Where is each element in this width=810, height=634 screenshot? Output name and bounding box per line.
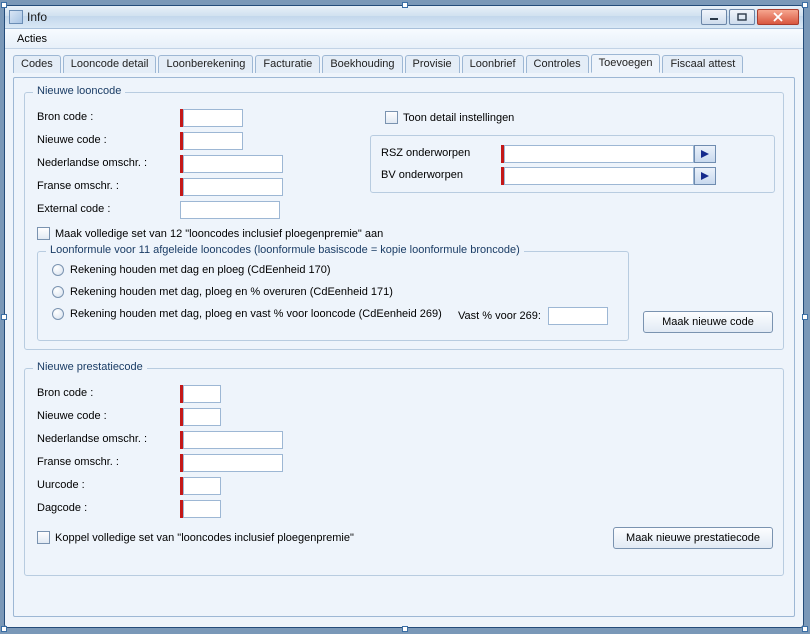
label-dagcode: Dagcode : bbox=[37, 502, 87, 514]
titlebar[interactable]: Info bbox=[5, 6, 803, 29]
close-button[interactable] bbox=[757, 9, 799, 25]
checkbox-box-icon bbox=[37, 227, 50, 240]
input-p-bron-code[interactable] bbox=[183, 385, 221, 403]
button-maak-nieuwe-code-label: Maak nieuwe code bbox=[662, 316, 754, 328]
combo-rsz-button[interactable] bbox=[694, 145, 716, 163]
menubar: Acties bbox=[5, 29, 803, 49]
tab-controles[interactable]: Controles bbox=[526, 55, 589, 73]
input-bron-code[interactable] bbox=[183, 109, 243, 127]
button-maak-nieuwe-prestatiecode-label: Maak nieuwe prestatiecode bbox=[626, 532, 760, 544]
button-maak-nieuwe-code[interactable]: Maak nieuwe code bbox=[643, 311, 773, 333]
radio-dag-ploeg[interactable]: Rekening houden met dag en ploeg (CdEenh… bbox=[52, 264, 331, 276]
combo-bv[interactable] bbox=[504, 167, 694, 185]
window-title: Info bbox=[27, 10, 701, 24]
radio-dot-icon bbox=[52, 308, 64, 320]
checkbox-toon-detail-label: Toon detail instellingen bbox=[403, 112, 514, 124]
checkbox-koppel-set[interactable]: Koppel volledige set van "looncodes incl… bbox=[37, 531, 354, 544]
group-loonformule: Loonformule voor 11 afgeleide looncodes … bbox=[37, 251, 629, 341]
radio-dag-ploeg-overuren[interactable]: Rekening houden met dag, ploeg en % over… bbox=[52, 286, 393, 298]
legend-nieuwe-prestatiecode: Nieuwe prestatiecode bbox=[33, 361, 147, 373]
input-p-fra-omschr[interactable] bbox=[183, 454, 283, 472]
tab-provisie[interactable]: Provisie bbox=[405, 55, 460, 73]
menu-acties[interactable]: Acties bbox=[11, 31, 53, 47]
group-nieuwe-looncode: Nieuwe looncode Bron code : Nieuwe code … bbox=[24, 92, 784, 350]
checkbox-maak-set-label: Maak volledige set van 12 "looncodes inc… bbox=[55, 228, 383, 240]
label-vast-269: Vast % voor 269: bbox=[458, 310, 541, 322]
app-icon bbox=[9, 10, 23, 24]
radio-dag-ploeg-label: Rekening houden met dag en ploeg (CdEenh… bbox=[70, 264, 331, 276]
label-nieuwe-code: Nieuwe code : bbox=[37, 134, 107, 146]
checkbox-box-icon bbox=[385, 111, 398, 124]
group-onderworpen: RSZ onderworpen BV onderworpen bbox=[370, 135, 775, 193]
radio-dot-icon bbox=[52, 286, 64, 298]
checkbox-maak-set[interactable]: Maak volledige set van 12 "looncodes inc… bbox=[37, 227, 383, 240]
input-p-nieuwe-code[interactable] bbox=[183, 408, 221, 426]
combo-rsz[interactable] bbox=[504, 145, 694, 163]
label-bv: BV onderworpen bbox=[381, 169, 463, 181]
maximize-button[interactable] bbox=[729, 9, 755, 25]
input-uurcode[interactable] bbox=[183, 477, 221, 495]
tab-loonbrief[interactable]: Loonbrief bbox=[462, 55, 524, 73]
tab-strip: CodesLooncode detailLoonberekeningFactur… bbox=[5, 49, 803, 73]
window: Info Acties CodesLooncode detailLoonbere… bbox=[4, 5, 804, 628]
input-dagcode[interactable] bbox=[183, 500, 221, 518]
tab-codes[interactable]: Codes bbox=[13, 55, 61, 73]
input-vast-269[interactable] bbox=[548, 307, 608, 325]
checkbox-box-icon bbox=[37, 531, 50, 544]
radio-dag-ploeg-overuren-label: Rekening houden met dag, ploeg en % over… bbox=[70, 286, 393, 298]
label-ned-omschr: Nederlandse omschr. : bbox=[37, 157, 147, 169]
input-ext-code[interactable] bbox=[180, 201, 280, 219]
label-bron-code: Bron code : bbox=[37, 111, 93, 123]
minimize-button[interactable] bbox=[701, 9, 727, 25]
label-p-fra-omschr: Franse omschr. : bbox=[37, 456, 119, 468]
play-icon bbox=[700, 149, 710, 159]
group-nieuwe-prestatiecode: Nieuwe prestatiecode Bron code : Nieuwe … bbox=[24, 368, 784, 576]
play-icon bbox=[700, 171, 710, 181]
tab-boekhouding[interactable]: Boekhouding bbox=[322, 55, 402, 73]
client-area: CodesLooncode detailLoonberekeningFactur… bbox=[5, 49, 803, 627]
checkbox-toon-detail[interactable]: Toon detail instellingen bbox=[385, 111, 514, 124]
legend-loonformule: Loonformule voor 11 afgeleide looncodes … bbox=[46, 244, 524, 256]
legend-nieuwe-looncode: Nieuwe looncode bbox=[33, 85, 125, 97]
tab-panel-toevoegen: Nieuwe looncode Bron code : Nieuwe code … bbox=[13, 77, 795, 617]
label-p-nieuwe-code: Nieuwe code : bbox=[37, 410, 107, 422]
label-p-bron-code: Bron code : bbox=[37, 387, 93, 399]
radio-dot-icon bbox=[52, 264, 64, 276]
input-ned-omschr[interactable] bbox=[183, 155, 283, 173]
label-rsz: RSZ onderworpen bbox=[381, 147, 470, 159]
tab-looncode-detail[interactable]: Looncode detail bbox=[63, 55, 157, 73]
radio-dag-ploeg-vast-label: Rekening houden met dag, ploeg en vast %… bbox=[70, 308, 442, 320]
input-p-ned-omschr[interactable] bbox=[183, 431, 283, 449]
label-uurcode: Uurcode : bbox=[37, 479, 85, 491]
tab-toevoegen[interactable]: Toevoegen bbox=[591, 54, 661, 73]
label-p-ned-omschr: Nederlandse omschr. : bbox=[37, 433, 147, 445]
label-ext-code: External code : bbox=[37, 203, 110, 215]
radio-dag-ploeg-vast[interactable]: Rekening houden met dag, ploeg en vast %… bbox=[52, 308, 442, 320]
button-maak-nieuwe-prestatiecode[interactable]: Maak nieuwe prestatiecode bbox=[613, 527, 773, 549]
input-fra-omschr[interactable] bbox=[183, 178, 283, 196]
combo-bv-button[interactable] bbox=[694, 167, 716, 185]
label-fra-omschr: Franse omschr. : bbox=[37, 180, 119, 192]
checkbox-koppel-set-label: Koppel volledige set van "looncodes incl… bbox=[55, 532, 354, 544]
input-nieuwe-code[interactable] bbox=[183, 132, 243, 150]
tab-fiscaal-attest[interactable]: Fiscaal attest bbox=[662, 55, 743, 73]
tab-loonberekening[interactable]: Loonberekening bbox=[158, 55, 253, 73]
tab-facturatie[interactable]: Facturatie bbox=[255, 55, 320, 73]
